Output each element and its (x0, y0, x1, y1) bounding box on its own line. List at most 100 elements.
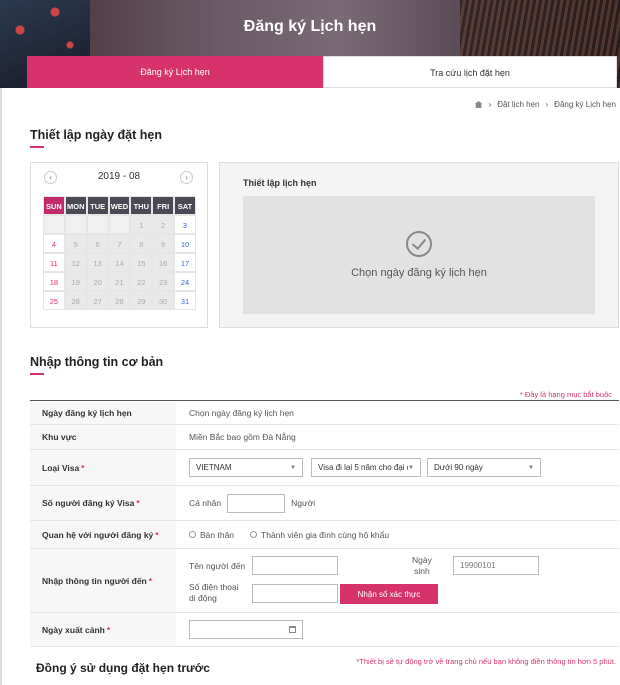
relation-value: Bản thân Thành viên gia đình cùng hộ khẩ… (176, 521, 619, 548)
calendar-day[interactable]: 30 (152, 291, 175, 310)
calendar-week: 18 19 20 21 22 23 24 (43, 272, 196, 291)
weekday-sun: SUN (43, 196, 65, 215)
count-suffix: Người (291, 498, 316, 508)
calendar-day[interactable]: 19 (64, 272, 87, 291)
birth-label-line2: sinh (414, 566, 430, 576)
section-title-consent: Đồng ý sử dụng đặt hẹn trước (36, 661, 210, 675)
calendar-day[interactable]: 6 (86, 234, 109, 253)
visitor-name-label: Tên người đến (189, 561, 246, 571)
calendar-day[interactable]: 5 (64, 234, 87, 253)
required-star: * (155, 529, 159, 540)
calendar-day[interactable]: 8 (130, 234, 153, 253)
calendar-day[interactable]: 24 (174, 272, 196, 291)
count-value: Cá nhân Người (176, 486, 619, 520)
calendar-day[interactable]: 29 (130, 291, 153, 310)
calendar-day[interactable]: 12 (64, 253, 87, 272)
visa-label: Loại Visa * (30, 450, 176, 485)
calendar-day[interactable]: 11 (43, 253, 65, 272)
calendar-day[interactable]: 7 (108, 234, 131, 253)
main-content: › Đặt lịch hẹn › Đăng ký Lịch hẹn Thiết … (0, 88, 620, 685)
relation-label-text: Quan hệ với người đăng ký (42, 529, 154, 540)
breadcrumb: › Đặt lịch hẹn › Đăng ký Lịch hẹn (474, 100, 616, 109)
section-title-date: Thiết lập ngày đặt hẹn (30, 128, 162, 148)
form-row-date: Ngày đăng ký lịch hẹn Chọn ngày đăng ký … (30, 401, 619, 425)
calendar-week: 11 12 13 14 15 16 17 (43, 253, 196, 272)
region-value: Miền Bắc bao gồm Đà Nẵng (189, 432, 296, 442)
weekday-tue: TUE (86, 196, 109, 215)
calendar-day[interactable]: 14 (108, 253, 131, 272)
appointment-setup-panel: Thiết lập lịch hẹn Chọn ngày đăng ký lịc… (219, 162, 619, 328)
calendar-day[interactable]: 21 (108, 272, 131, 291)
calendar-day (43, 215, 65, 234)
calendar-day[interactable]: 25 (43, 291, 65, 310)
calendar-day[interactable]: 22 (130, 272, 153, 291)
visa-type-value: Visa đi lại 5 năm cho đại d (318, 463, 409, 472)
visa-duration-value: Dưới 90 ngày (434, 463, 483, 472)
calendar-day[interactable]: 9 (152, 234, 175, 253)
calendar-day[interactable]: 20 (86, 272, 109, 291)
date-value: Chọn ngày đăng ký lịch hẹn (189, 407, 294, 418)
weekday-thu: THU (130, 196, 153, 215)
chevron-right-icon: › (488, 100, 492, 109)
calendar-day[interactable]: 31 (174, 291, 196, 310)
calendar-day[interactable]: 15 (130, 253, 153, 272)
visa-duration-select[interactable]: Dưới 90 ngày ▼ (427, 458, 541, 477)
count-prefix: Cá nhân (189, 498, 222, 508)
section-title-basic-info: Nhập thông tin cơ bản (30, 355, 164, 375)
phone-label-line1: Số điện thoại (189, 582, 239, 592)
tab-bar: Đăng ký Lịch hẹn Tra cứu lịch đặt hẹn (27, 56, 617, 88)
tab-register[interactable]: Đăng ký Lịch hẹn (27, 56, 323, 88)
relation-family-radio[interactable]: Thành viên gia đình cùng hộ khẩu (250, 530, 389, 540)
birth-label-line1: Ngày (412, 555, 432, 565)
calendar-day[interactable]: 13 (86, 253, 109, 272)
phone-input[interactable] (252, 584, 338, 603)
calendar-day[interactable]: 16 (152, 253, 175, 272)
calendar-day[interactable]: 2 (152, 215, 175, 234)
exit-date-input[interactable] (189, 620, 303, 639)
calendar-day[interactable]: 4 (43, 234, 65, 253)
weekday-sat: SAT (174, 196, 196, 215)
weekday-mon: MON (64, 196, 87, 215)
visitor-label: Nhập thông tin người đến * (30, 549, 176, 612)
visa-type-select[interactable]: Visa đi lại 5 năm cho đại d ▼ (311, 458, 421, 477)
visitor-value: Tên người đến Ngày sinh 19900101 Số điện … (176, 549, 619, 612)
breadcrumb-item-current: Đăng ký Lịch hẹn (554, 100, 616, 109)
visa-count-input[interactable] (227, 493, 286, 513)
radio-circle-icon (250, 531, 258, 538)
breadcrumb-item-booking[interactable]: Đặt lịch hẹn (497, 100, 539, 109)
birth-date-input[interactable]: 19900101 (453, 556, 539, 575)
calendar-day[interactable]: 18 (43, 272, 65, 291)
timeout-note: *Thiết bị sẽ tự động trở về trang chủ nế… (356, 657, 616, 666)
chevron-down-icon: ▼ (528, 464, 534, 471)
calendar-next-button[interactable]: › (180, 171, 193, 184)
calendar-day[interactable]: 27 (86, 291, 109, 310)
tab-lookup[interactable]: Tra cứu lịch đặt hẹn (323, 56, 617, 88)
form-row-region: Khu vực Miền Bắc bao gồm Đà Nẵng (30, 425, 619, 450)
home-icon[interactable] (474, 101, 483, 108)
exit-value (176, 613, 619, 646)
calendar-week: 1 2 3 (43, 215, 196, 234)
exit-label-text: Ngày xuất cảnh (42, 624, 105, 635)
chevron-down-icon: ▼ (408, 464, 414, 471)
calendar-day[interactable]: 1 (130, 215, 153, 234)
calendar-day[interactable]: 23 (152, 272, 175, 291)
page-title: Đăng ký Lịch hẹn (243, 18, 377, 35)
visitor-name-input[interactable] (252, 556, 338, 575)
visa-country-select[interactable]: VIETNAM ▼ (189, 458, 303, 477)
required-star: * (136, 498, 140, 508)
calendar-day[interactable]: 26 (64, 291, 87, 310)
form-row-relation: Quan hệ với người đăng ký * Bản thân Thàn… (30, 521, 619, 549)
calendar-day[interactable]: 10 (174, 234, 196, 253)
calendar-weekday-row: SUN MON TUE WED THU FRI SAT (43, 196, 196, 215)
setup-label: Thiết lập lịch hẹn (243, 178, 317, 188)
calendar-week: 4 5 6 7 8 9 10 (43, 234, 196, 253)
calendar-week: 25 26 27 28 29 30 31 (43, 291, 196, 310)
calendar-day[interactable]: 3 (174, 215, 196, 234)
calendar-icon[interactable] (289, 626, 296, 633)
chevron-down-icon: ▼ (290, 464, 296, 471)
verify-code-button[interactable]: Nhận số xác thực (340, 584, 438, 604)
visa-label-text: Loại Visa (42, 462, 80, 473)
relation-self-radio[interactable]: Bản thân (189, 530, 234, 540)
calendar-day[interactable]: 28 (108, 291, 131, 310)
calendar-day[interactable]: 17 (174, 253, 196, 272)
